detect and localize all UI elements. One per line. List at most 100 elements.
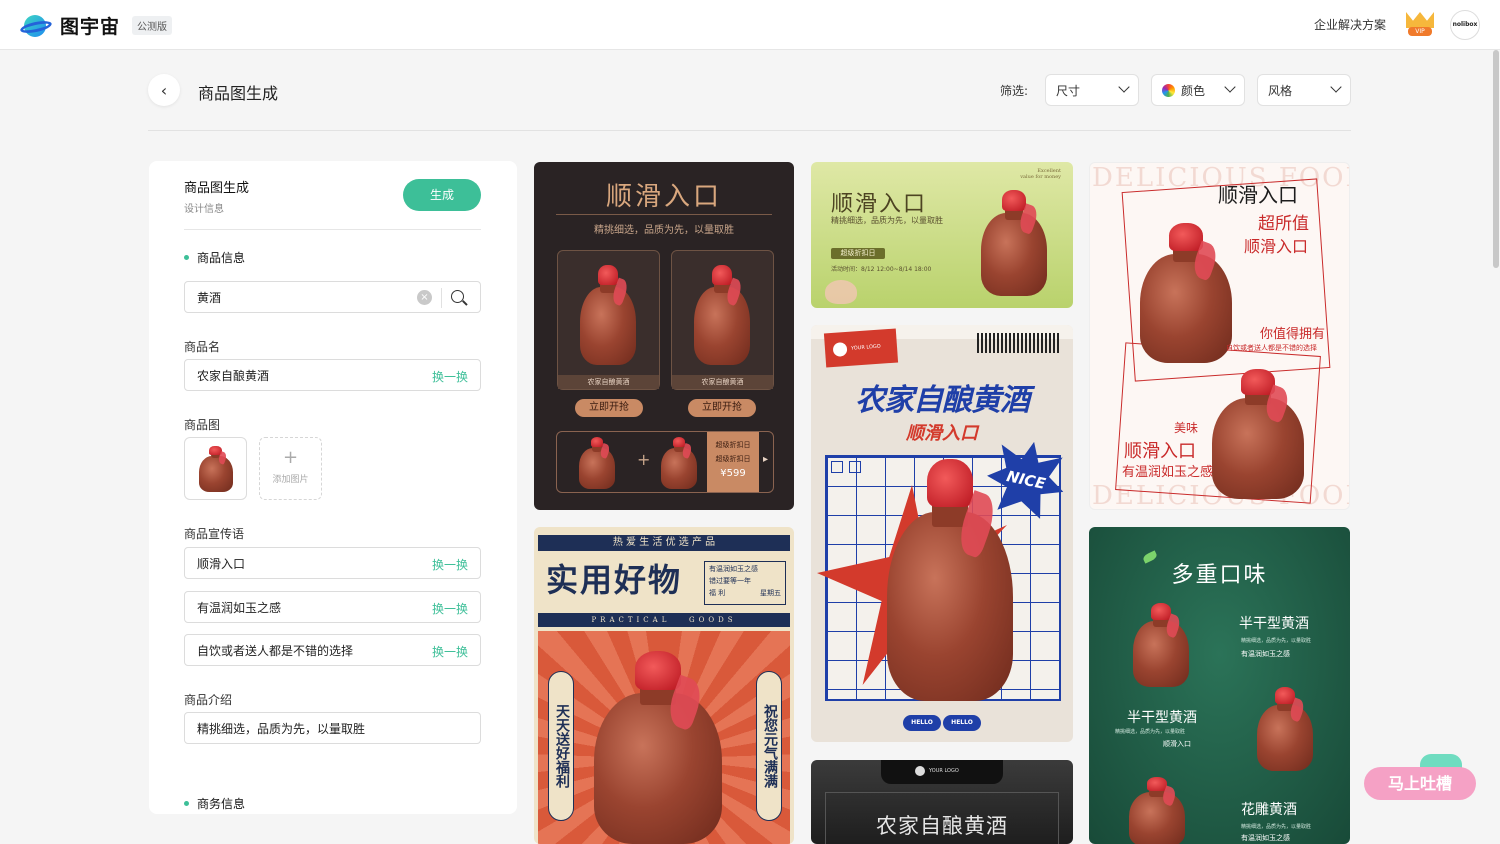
product-name-field[interactable]: 农家自酿黄酒 换一换 [184, 359, 481, 391]
wine-jar-image [580, 265, 636, 365]
card-title: 顺滑入口 [1218, 183, 1298, 207]
promo-tag: 超级折扣日 [831, 248, 885, 259]
enterprise-solutions-link[interactable]: 企业解决方案 [1314, 16, 1386, 33]
add-image-button[interactable]: + 添加图片 [259, 437, 322, 500]
wine-jar-image [694, 265, 750, 365]
color-filter-label: 颜色 [1181, 83, 1206, 98]
swap-button[interactable]: 换一换 [432, 600, 468, 617]
note-box: 有温润如玉之感 错过要等一年 福 利 星期五 [704, 561, 786, 605]
size-filter-dropdown[interactable]: 尺寸 [1045, 74, 1139, 106]
flavor-3-desc: 精挑细选，品质为先，以量取胜 [1241, 824, 1312, 830]
intro-field[interactable]: 精挑细选，品质为先，以量取胜 [184, 712, 481, 744]
color-filter-dropdown[interactable]: 颜色 [1151, 74, 1245, 106]
top-strip: 热 爱 生 活 优 选 产 品 [538, 535, 790, 551]
style-filter-dropdown[interactable]: 风格 [1257, 74, 1351, 106]
result-card-vintage[interactable]: 热 爱 生 活 优 选 产 品 实用好物 有温润如玉之感 错过要等一年 福 利 … [534, 527, 794, 844]
result-card-metal[interactable]: YOUR LOGO 农家自酿黄酒 [811, 760, 1073, 844]
chevron-down-icon [1224, 81, 1236, 93]
swap-button[interactable]: 换一换 [432, 556, 468, 573]
flavor-2-sub: 顺滑入口 [1163, 740, 1191, 748]
back-button[interactable]: ‹ [148, 74, 180, 106]
price: ¥599 [720, 468, 746, 479]
section-product-info: 商品信息 [184, 249, 245, 266]
chevron-left-icon: ‹ [160, 80, 168, 100]
left-vertical-banner: 天天送好福利 [548, 671, 574, 821]
slogan-field-1[interactable]: 顺滑入口 换一换 [184, 547, 481, 579]
header-divider [148, 130, 1351, 131]
product-image-thumbnail[interactable] [184, 437, 247, 500]
generate-button[interactable]: 生成 [403, 179, 481, 211]
avatar[interactable]: nolibox [1450, 10, 1480, 40]
plus-icon: + [282, 447, 299, 468]
price-tag: 超级折扣日 超级折扣日 ¥599 [707, 432, 759, 492]
section-label: 商务信息 [197, 797, 246, 811]
product-frame-left: 农家自酿黄酒 [557, 250, 660, 390]
clear-icon[interactable]: × [417, 290, 432, 305]
intro-value: 精挑细选，品质为先，以量取胜 [197, 721, 366, 736]
size-filter-label: 尺寸 [1056, 83, 1081, 98]
flavor-1-name: 半干型黄酒 [1239, 616, 1309, 632]
card-title: 顺滑入口 [605, 182, 722, 212]
input-divider [441, 288, 442, 308]
card-line2: 超所值 [1258, 214, 1309, 234]
result-card-retro[interactable]: YOUR LOGO 农家自酿黄酒 顺滑入口 NICE HELLO HELLO [811, 325, 1073, 742]
search-icon[interactable] [450, 289, 468, 307]
logo-tab: YOUR LOGO [881, 760, 1003, 784]
bottom-line2: 顺滑入口 [1124, 441, 1196, 462]
card-subtitle: 精挑细选，品质为先，以量取胜 [831, 216, 943, 225]
result-card-banner[interactable]: Excellent value for money 顺滑入口 精挑细选，品质为先… [811, 162, 1073, 308]
card-subtitle: 精挑细选，品质为先，以量取胜 [594, 225, 734, 236]
panel-divider [184, 229, 481, 230]
event-date: 活动时间：8/12 12:00~8/14 18:00 [831, 266, 932, 273]
product-search-input[interactable]: 黄酒 × [184, 281, 481, 313]
app-name: 图宇宙 [60, 16, 121, 38]
section-dot-icon [184, 801, 189, 806]
logo-icon [915, 766, 925, 776]
flavor-1-desc: 精挑细选，品质为先，以量取胜 [1241, 638, 1312, 644]
note-line2: 错过要等一年 [709, 577, 751, 585]
card-line3: 顺滑入口 [1244, 237, 1309, 256]
logo-text: YOUR LOGO [929, 768, 959, 774]
page-scrollbar[interactable] [1493, 50, 1499, 268]
lotus-decoration [825, 280, 857, 304]
card-title: 多重口味 [1171, 563, 1268, 588]
result-card-green[interactable]: 多重口味 半干型黄酒 精挑细选，品质为先，以量取胜 有温润如玉之感 半干型黄酒 … [1089, 527, 1350, 844]
wine-jar-image [1140, 223, 1232, 363]
section-label: 商品信息 [197, 251, 246, 265]
vip-crown-icon[interactable]: VIP [1404, 12, 1436, 38]
result-card-dark[interactable]: 顺滑入口 精挑细选，品质为先，以量取胜 农家自酿黄酒 农家自酿黄酒 立即开抢 立… [534, 162, 794, 510]
feedback-button[interactable]: 马上吐槽 [1364, 767, 1476, 800]
buy-now-button: 立即开抢 [575, 399, 643, 417]
slogan-label: 商品宣传语 [184, 527, 245, 541]
note-right: 星期五 [760, 589, 781, 597]
card-title: 实用好物 [546, 561, 683, 599]
hello-badge: HELLO [903, 715, 941, 731]
planet-logo-icon [19, 13, 53, 39]
chevron-down-icon [1330, 81, 1342, 93]
wine-jar-image [198, 445, 233, 492]
slogan-value: 顺滑入口 [197, 556, 246, 571]
swap-button[interactable]: 换一换 [432, 368, 468, 385]
logo-icon [832, 341, 848, 357]
flavor-1-sub: 有温润如玉之感 [1241, 650, 1290, 658]
corner-text: Excellent value for money [1020, 168, 1061, 180]
app-logo[interactable]: 图宇宙 公测版 [19, 12, 173, 39]
product-frame-right: 农家自酿黄酒 [671, 250, 774, 390]
flavor-2-name: 半干型黄酒 [1127, 710, 1197, 726]
plus-icon: + [637, 450, 651, 469]
corner-bottom: value for money [1020, 174, 1061, 180]
panel-title: 商品图生成 [184, 181, 250, 196]
section-business-info: 商务信息 [184, 795, 245, 812]
card-title: 农家自酿黄酒 [876, 814, 1008, 838]
wine-jar-image [661, 437, 697, 489]
filter-label: 筛选: [1000, 84, 1029, 98]
result-card-frames[interactable]: DELICIOUS FOOD DELICIOUS FOOD 顺滑入口 超所值 顺… [1089, 162, 1350, 510]
slogan-field-2[interactable]: 有温润如玉之感 换一换 [184, 591, 481, 623]
slogan-field-3[interactable]: 自饮或者送人都是不错的选择 换一换 [184, 634, 481, 666]
logo-badge: YOUR LOGO [823, 328, 899, 368]
card-subtitle: 顺滑入口 [906, 423, 978, 444]
swap-button[interactable]: 换一换 [432, 643, 468, 660]
flavor-3-name: 花雕黄酒 [1241, 802, 1297, 818]
card-title: 顺滑入口 [831, 192, 928, 217]
logo-text: YOUR LOGO [850, 343, 881, 352]
